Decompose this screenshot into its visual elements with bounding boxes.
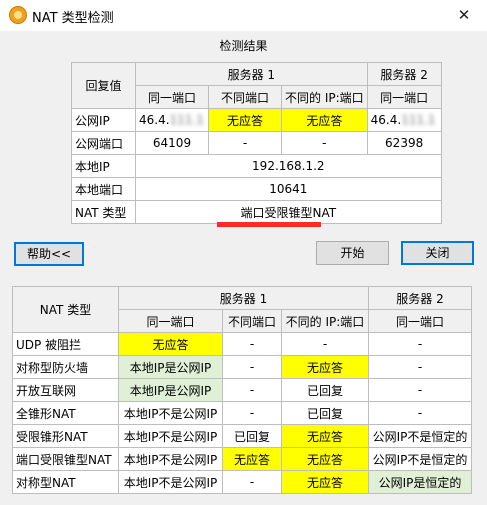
server1-diff-port-cell: 已回复 [222, 424, 282, 448]
nat-type-cell: 开放互联网 [12, 378, 119, 402]
public-ip-s1-diff-port: 无应答 [208, 108, 282, 132]
window-title: NAT 类型检测 [32, 11, 114, 26]
public-port-s1-same: 64109 [135, 131, 209, 155]
server1-same-port-cell: 本地IP是公网IP [118, 355, 223, 379]
server1-same-port-cell: 本地IP不是公网IP [118, 401, 223, 425]
server2-same-port-cell: 公网IP是恒定的 [368, 470, 472, 494]
server1-diff-ip-cell: 无应答 [281, 470, 369, 494]
title-bar: NAT 类型检测 ✕ [0, 0, 487, 31]
nat-reference-table: NAT 类型 服务器 1 服务器 2 同一端口 不同端口 不同的 IP:端口 同… [12, 286, 472, 494]
nat-type-cell: 对称型NAT [12, 470, 119, 494]
server1-diff-ip-cell: 无应答 [281, 447, 369, 471]
server1-diff-port-cell: - [222, 332, 282, 356]
table-row: 本地端口 10641 [71, 177, 442, 201]
server1-header: 服务器 1 [135, 62, 368, 86]
nat-type-header: NAT 类型 [12, 286, 119, 333]
start-button[interactable]: 开始 [316, 241, 389, 265]
server2-same-port-cell: - [368, 332, 472, 356]
highlight-underline [217, 222, 321, 227]
table-row: NAT 类型 端口受限锥型NAT [71, 200, 442, 224]
same-port-header-s2: 同一端口 [368, 309, 472, 333]
server1-diff-ip-cell: 无应答 [281, 355, 369, 379]
nat-type-cell: 全锥形NAT [12, 401, 119, 425]
server1-diff-port-cell: - [222, 355, 282, 379]
server2-header: 服务器 2 [368, 286, 472, 310]
app-icon [9, 6, 27, 24]
diff-port-header: 不同端口 [208, 85, 282, 109]
local-ip-label: 本地IP [71, 154, 136, 178]
table-row: 对称型NAT 本地IP不是公网IP - 无应答 公网IP是恒定的 [12, 470, 472, 494]
server2-header: 服务器 2 [366, 62, 442, 86]
nat-type-cell: 端口受限锥型NAT [12, 447, 119, 471]
table-row: 端口受限锥型NAT 本地IP不是公网IP 无应答 无应答 公网IP不是恒定的 [12, 447, 472, 471]
diff-port-header: 不同端口 [222, 309, 282, 333]
server1-header: 服务器 1 [118, 286, 369, 310]
nat-type-cell: 受限锥形NAT [12, 424, 119, 448]
table-row: 本地IP 192.168.1.2 [71, 154, 442, 178]
table-row: 开放互联网 本地IP是公网IP - 已回复 - [12, 378, 472, 402]
public-ip-s1-diff-ip: 无应答 [281, 108, 368, 132]
table-row: 受限锥形NAT 本地IP不是公网IP 已回复 无应答 公网IP不是恒定的 [12, 424, 472, 448]
close-button[interactable]: 关闭 [401, 241, 474, 265]
public-ip-s1-same: 46.4.111.1 [135, 108, 209, 132]
local-port-label: 本地端口 [71, 177, 136, 201]
public-port-s2-same: 62398 [366, 131, 442, 155]
server2-same-port-cell: - [368, 355, 472, 379]
public-port-s1-diff-port: - [208, 131, 282, 155]
server1-same-port-cell: 本地IP不是公网IP [118, 470, 223, 494]
server1-diff-ip-cell: 已回复 [281, 401, 369, 425]
same-port-header-s2: 同一端口 [366, 85, 442, 109]
local-ip-value: 192.168.1.2 [135, 154, 442, 178]
server1-diff-port-cell: 无应答 [222, 447, 282, 471]
public-ip-label: 公网IP [71, 108, 136, 132]
server1-same-port-cell: 无应答 [118, 332, 223, 356]
public-port-s1-diff-ip: - [281, 131, 368, 155]
table-row: 公网IP 46.4.111.1 无应答 无应答 46.4.111.1 [71, 108, 442, 132]
server2-same-port-cell: - [368, 378, 472, 402]
server1-diff-ip-cell: 无应答 [281, 424, 369, 448]
server1-diff-port-cell: - [222, 378, 282, 402]
nat-type-value: 端口受限锥型NAT [135, 200, 442, 224]
server1-same-port-cell: 本地IP是公网IP [118, 378, 223, 402]
server1-diff-port-cell: - [222, 470, 282, 494]
server2-same-port-cell: 公网IP不是恒定的 [368, 447, 472, 471]
server2-same-port-cell: - [368, 401, 472, 425]
close-icon[interactable]: ✕ [441, 0, 487, 31]
diff-ip-port-header: 不同的 IP:端口 [281, 85, 368, 109]
table-row: 公网端口 64109 - - 62398 [71, 131, 442, 155]
results-table: 回复值 服务器 1 服务器 2 同一端口 不同端口 不同的 IP:端口 同一端口… [71, 62, 442, 224]
public-port-label: 公网端口 [71, 131, 136, 155]
reply-value-header: 回复值 [71, 62, 136, 109]
server1-same-port-cell: 本地IP不是公网IP [118, 447, 223, 471]
server1-diff-ip-cell: 已回复 [281, 378, 369, 402]
public-ip-s2-same: 46.4.111.1 [366, 108, 442, 132]
nat-type-cell: UDP 被阻拦 [12, 332, 119, 356]
local-port-value: 10641 [135, 177, 442, 201]
server1-diff-port-cell: - [222, 401, 282, 425]
server1-same-port-cell: 本地IP不是公网IP [118, 424, 223, 448]
help-button[interactable]: 帮助<< [14, 242, 84, 266]
nat-type-cell: 对称型防火墙 [12, 355, 119, 379]
results-caption: 检测结果 [219, 39, 268, 53]
same-port-header: 同一端口 [118, 309, 223, 333]
nat-type-label: NAT 类型 [71, 200, 136, 224]
table-row: 全锥形NAT 本地IP不是公网IP - 已回复 - [12, 401, 472, 425]
server2-same-port-cell: 公网IP不是恒定的 [368, 424, 472, 448]
same-port-header: 同一端口 [135, 85, 209, 109]
diff-ip-port-header: 不同的 IP:端口 [281, 309, 369, 333]
table-row: 对称型防火墙 本地IP是公网IP - 无应答 - [12, 355, 472, 379]
server1-diff-ip-cell: - [281, 332, 369, 356]
table-row: UDP 被阻拦 无应答 - - - [12, 332, 472, 356]
